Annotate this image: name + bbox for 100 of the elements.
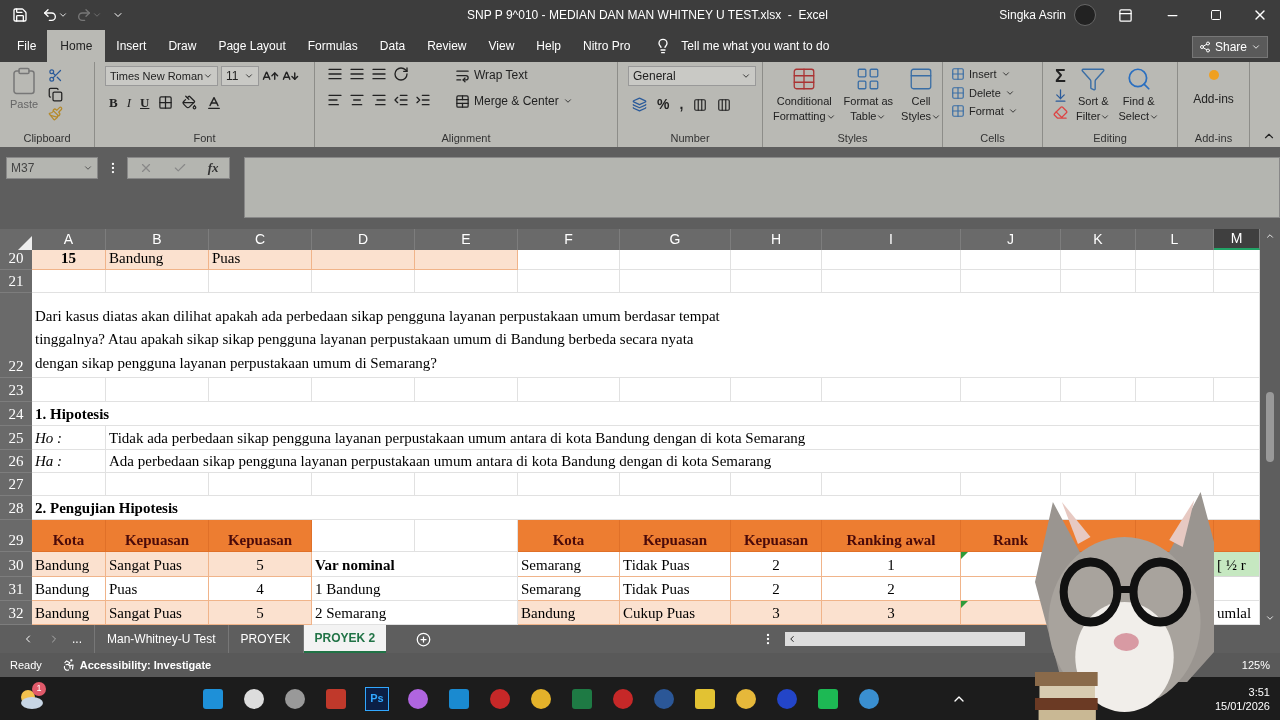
ribbon-display-icon[interactable] <box>1118 7 1133 23</box>
font-name-dropdown[interactable]: Times New Roman <box>105 66 218 86</box>
table-cell: Bandung <box>32 552 106 577</box>
ribbon-tab[interactable]: File <box>6 30 48 62</box>
autosave-icon[interactable] <box>12 7 28 23</box>
copy-icon[interactable] <box>48 87 63 102</box>
ribbon-tab[interactable]: Draw <box>157 30 208 62</box>
bottom-align-icon[interactable] <box>371 66 387 82</box>
middle-align-icon[interactable] <box>349 66 365 82</box>
table-cell: 2 <box>731 552 822 577</box>
row-header[interactable]: 22 <box>0 293 32 378</box>
row-header[interactable]: 28 <box>0 496 32 520</box>
zoom-level[interactable]: 125% <box>1241 656 1270 674</box>
add-sheet-icon[interactable] <box>416 631 432 647</box>
align-center-icon[interactable] <box>349 92 365 108</box>
group-label: Alignment <box>440 131 492 146</box>
font-size-dropdown[interactable]: 11 <box>221 66 259 86</box>
ribbon-tab[interactable]: Page Layout <box>207 30 297 62</box>
caret-icon <box>244 71 254 81</box>
scrollbar-thumb[interactable] <box>1266 392 1274 462</box>
increase-indent-icon[interactable] <box>415 92 431 108</box>
table-cell: Dari kasus diatas akan dilihat apakah ada perbedaan sikap pengguna layanan perpustakaan umum berdasar tempat tinggalnya? Atau apakah sikap sikap pengguna layanan perpustakaan umum di Bandung berbeda secara nyata dengan sikap pengguna layanan perpustakaan umum di Semarang? <box>32 293 1260 378</box>
font-style-button[interactable]: B <box>109 93 118 113</box>
user-name: Singka Asrin <box>999 7 1066 24</box>
accessibility-status[interactable]: Accessibility: Investigate <box>79 656 212 674</box>
orientation-icon[interactable] <box>393 66 409 82</box>
align-right-icon[interactable] <box>371 92 387 108</box>
ribbon-tab[interactable]: Data <box>368 30 417 62</box>
styles-button[interactable]: Format as Table <box>843 66 894 124</box>
table-cell: Sangat Puas <box>106 552 209 577</box>
caret-icon <box>82 163 93 173</box>
name-box[interactable]: M37 <box>6 157 98 179</box>
avatar[interactable] <box>1074 4 1096 26</box>
clock-date[interactable]: 15/01/2026 <box>1214 698 1270 713</box>
row-header[interactable]: 30 <box>0 552 32 577</box>
row-header[interactable]: 26 <box>0 450 32 473</box>
column-header[interactable]: M <box>1214 229 1260 250</box>
fill-color-icon[interactable] <box>182 95 198 111</box>
status-text: Ready <box>10 657 42 673</box>
formula-input[interactable] <box>243 157 1280 218</box>
ribbon-tab[interactable]: Nitro Pro <box>572 30 642 62</box>
styles-button[interactable]: Cell Styles <box>901 66 942 124</box>
table-cell <box>1214 250 1260 270</box>
merge-center-button[interactable]: Merge & Center <box>455 92 573 110</box>
caret-icon <box>562 96 573 106</box>
cut-icon[interactable] <box>48 68 63 83</box>
share-button[interactable]: Share <box>1191 36 1268 58</box>
row-header[interactable]: 23 <box>0 378 32 402</box>
horizontal-scrollbar[interactable] <box>785 632 1026 646</box>
autosum-button[interactable]: Σ <box>1053 66 1068 86</box>
group-label: Font <box>192 131 217 146</box>
funnel-icon <box>1080 66 1107 92</box>
ribbon-tab[interactable]: Review <box>416 30 478 62</box>
group-label: Styles <box>836 131 869 146</box>
ribbon-tab[interactable]: Formulas <box>296 30 369 62</box>
row-header[interactable]: 27 <box>0 473 32 496</box>
row-header[interactable]: 20 <box>0 250 32 270</box>
font-style-button[interactable]: I <box>126 93 131 113</box>
cells-button[interactable]: Insert <box>951 66 1018 83</box>
row-header[interactable]: 21 <box>0 270 32 293</box>
font-style-button[interactable]: U <box>140 93 150 113</box>
fill-icon[interactable] <box>1053 88 1068 103</box>
cells-button[interactable]: Format <box>951 103 1018 120</box>
clock-time[interactable]: 3:51 <box>1248 684 1270 699</box>
row-header[interactable]: 29 <box>0 520 32 552</box>
ribbon-tab[interactable]: View <box>477 30 526 62</box>
accessibility-icon[interactable] <box>61 658 76 672</box>
wrap-text-button[interactable]: Wrap Text <box>455 66 573 84</box>
decrease-indent-icon[interactable] <box>393 92 409 108</box>
add-ins-button[interactable]: Add-ins <box>1182 66 1245 108</box>
styles-button[interactable]: Conditional Formatting <box>773 66 836 124</box>
ribbon-tab[interactable]: Help <box>525 30 572 62</box>
table-cell <box>1214 520 1260 552</box>
photoshop-icon[interactable]: Ps <box>365 686 389 711</box>
number-style-button[interactable]: % <box>657 94 670 115</box>
row-header[interactable]: 32 <box>0 601 32 625</box>
editing-button[interactable]: Sort & Filter <box>1076 66 1111 124</box>
undo-icon[interactable] <box>42 7 58 23</box>
borders-icon[interactable] <box>158 95 174 111</box>
table-cell: 15 <box>32 250 106 270</box>
insert-function-button[interactable]: fx <box>207 158 219 178</box>
sheet-tab[interactable]: PROYEK 2 <box>303 625 387 653</box>
number-style-button[interactable]: , <box>679 94 684 115</box>
number-format-dropdown[interactable]: General <box>628 66 756 86</box>
font-color-icon[interactable] <box>206 94 223 111</box>
row-header[interactable]: 25 <box>0 426 32 450</box>
editing-button[interactable]: Find & Select <box>1118 66 1160 124</box>
align-left-icon[interactable] <box>327 92 343 108</box>
cells-button[interactable]: Delete <box>951 84 1018 101</box>
row-header[interactable]: 24 <box>0 402 32 426</box>
top-align-icon[interactable] <box>327 66 343 82</box>
ribbon-tab[interactable]: Home <box>47 30 106 62</box>
ribbon-tab[interactable]: Insert <box>105 30 158 62</box>
tell-me-search[interactable]: Tell me what you want to do <box>681 37 830 55</box>
table-cell: 3 <box>731 601 822 625</box>
restore-icon[interactable] <box>1210 9 1222 21</box>
caret-icon <box>1251 42 1261 52</box>
chevron-up-icon <box>1265 231 1275 241</box>
row-header[interactable]: 31 <box>0 577 32 601</box>
table-cell: Ranking awal <box>822 520 961 552</box>
